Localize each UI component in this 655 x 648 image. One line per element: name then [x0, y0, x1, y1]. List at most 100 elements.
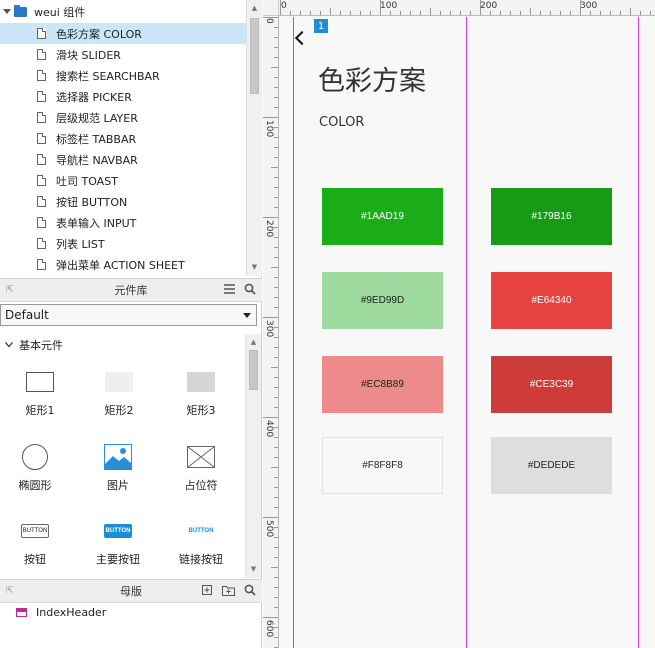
widget-ellipse[interactable]: 椭圆形	[0, 437, 75, 493]
ruler-left: 0 100 200 300 400 500 600	[263, 16, 279, 648]
tree-item-navbar[interactable]: 导航栏 NAVBAR	[0, 149, 246, 170]
category-label: 基本元件	[19, 339, 63, 352]
pages-scroll-thumb[interactable]	[250, 18, 259, 94]
library-title: 元件库	[114, 284, 148, 297]
ruler-tick	[263, 117, 278, 118]
library-select-value: Default	[5, 308, 49, 322]
chevron-down-icon[interactable]	[0, 9, 14, 15]
library-scroll-thumb[interactable]	[249, 350, 258, 390]
page-icon	[37, 49, 46, 60]
masters-panel-header: ⇱ 母版	[0, 579, 262, 603]
ruler-label: 100	[264, 120, 274, 138]
menu-icon[interactable]	[224, 284, 235, 297]
ruler-tick	[460, 11, 461, 15]
back-arrow-icon[interactable]	[294, 30, 310, 46]
pages-scrollbar[interactable]: ▲ ▼	[246, 0, 262, 276]
ruler-tick	[274, 557, 278, 558]
guide-line[interactable]	[638, 17, 639, 648]
ruler-tick	[590, 11, 591, 15]
tree-item-tabbar[interactable]: 标签栏 TABBAR	[0, 128, 246, 149]
tree-item-button[interactable]: 按钮 BUTTON	[0, 191, 246, 212]
ruler-tick	[470, 11, 471, 15]
ruler-tick	[274, 147, 278, 148]
widget-label: 矩形1	[25, 404, 55, 417]
widget-link-button[interactable]: BUTTON 链接按钮	[161, 511, 241, 567]
widget-rectangle-3[interactable]: 矩形3	[161, 362, 241, 418]
ruler-tick	[274, 547, 278, 548]
color-swatch[interactable]: #1AAD19	[322, 188, 443, 245]
ruler-tick	[274, 157, 278, 158]
widget-image[interactable]: 图片	[78, 437, 158, 493]
widget-rectangle-2[interactable]: 矩形2	[79, 362, 159, 418]
tree-item-input[interactable]: 表单输入 INPUT	[0, 212, 246, 233]
guide-line[interactable]	[293, 17, 294, 648]
ruler-tick	[310, 11, 311, 15]
ruler-tick	[274, 497, 278, 498]
library-select[interactable]: Default	[0, 304, 257, 326]
add-folder-icon[interactable]	[222, 584, 235, 599]
ruler-tick	[274, 107, 278, 108]
search-icon[interactable]	[244, 584, 256, 599]
swatch-label: #179B16	[531, 211, 572, 222]
add-master-icon[interactable]	[201, 584, 213, 599]
color-swatch[interactable]: #CE3C39	[491, 356, 612, 413]
primary-button-icon: BUTTON	[104, 511, 132, 551]
tree-item-slider[interactable]: 滑块 SLIDER	[0, 44, 246, 65]
swatch-label: #9ED99D	[360, 295, 405, 306]
tree-item-label: 滑块 SLIDER	[56, 48, 121, 62]
ruler-tick	[263, 317, 278, 318]
ruler-tick	[274, 87, 278, 88]
canvas-area[interactable]: 0 100 200 300 0 100 200 300 400 500 600 …	[263, 0, 655, 648]
tree-item-action-sheet[interactable]: 弹出菜单 ACTION SHEET	[0, 254, 246, 275]
widget-label: 占位符	[184, 479, 218, 492]
ruler-tick	[263, 617, 278, 618]
color-swatch[interactable]: #E64340	[491, 272, 612, 329]
guide-line[interactable]	[466, 17, 467, 648]
ruler-tick	[274, 587, 278, 588]
ruler-tick	[350, 11, 351, 15]
widget-button[interactable]: BUTTON 按钮	[0, 511, 75, 567]
ruler-tick	[360, 11, 361, 15]
tree-item-color[interactable]: 色彩方案 COLOR	[0, 23, 246, 44]
color-swatch[interactable]: #EC8B89	[322, 356, 443, 413]
page-icon	[37, 217, 46, 228]
color-swatch[interactable]: #DEDEDE	[491, 437, 612, 494]
collapse-arrow-icon[interactable]: ⇱	[6, 586, 14, 596]
ruler-tick	[520, 11, 521, 15]
ruler-tick	[370, 11, 371, 15]
widget-placeholder[interactable]: 占位符	[161, 437, 241, 493]
tree-item-list[interactable]: 列表 LIST	[0, 233, 246, 254]
widget-rectangle-1[interactable]: 矩形1	[0, 362, 80, 418]
ruler-tick	[274, 207, 278, 208]
ruler-tick	[274, 97, 278, 98]
color-swatch[interactable]: #179B16	[491, 188, 612, 245]
ruler-tick	[274, 537, 278, 538]
tree-item-searchbar[interactable]: 搜索栏 SEARCHBAR	[0, 65, 246, 86]
color-swatch[interactable]: #9ED99D	[322, 272, 443, 329]
page-title[interactable]: 色彩方案	[318, 59, 426, 98]
widget-primary-button[interactable]: BUTTON 主要按钮	[78, 511, 158, 567]
scroll-up-icon[interactable]: ▲	[247, 1, 262, 15]
master-item-indexheader[interactable]: IndexHeader	[16, 606, 106, 619]
ruler-tick	[560, 11, 561, 15]
tree-item-picker[interactable]: 选择器 PICKER	[0, 86, 246, 107]
ruler-tick	[440, 11, 441, 15]
tree-item-toast[interactable]: 吐司 TOAST	[0, 170, 246, 191]
ruler-tick	[274, 377, 278, 378]
ruler-label: 300	[264, 320, 274, 338]
ruler-tick	[510, 11, 511, 15]
search-icon[interactable]	[244, 283, 256, 298]
scroll-up-icon[interactable]: ▲	[246, 335, 261, 349]
design-stage[interactable]: 1 色彩方案 COLOR #1AAD19 #179B16 #9ED99D #E6…	[280, 17, 655, 648]
library-scrollbar[interactable]: ▲ ▼	[245, 334, 261, 578]
tree-item-label: 吐司 TOAST	[56, 174, 118, 188]
tree-folder-weui[interactable]: weui 组件	[0, 2, 246, 22]
color-swatch[interactable]: #F8F8F8	[322, 437, 443, 494]
ruler-tick	[600, 11, 601, 15]
category-basic[interactable]: 基本元件	[0, 336, 63, 354]
scroll-down-icon[interactable]: ▼	[247, 260, 262, 274]
tree-item-layer[interactable]: 层级规范 LAYER	[0, 107, 246, 128]
collapse-arrow-icon[interactable]: ⇱	[6, 285, 14, 295]
page-subtitle[interactable]: COLOR	[319, 115, 364, 130]
scroll-down-icon[interactable]: ▼	[246, 562, 261, 576]
